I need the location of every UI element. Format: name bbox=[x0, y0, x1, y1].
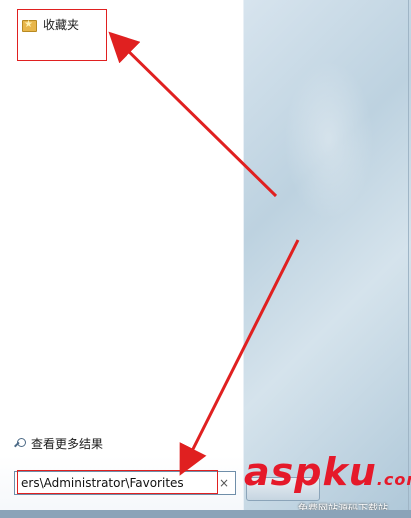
arrow-annotation bbox=[179, 239, 300, 476]
arrow-annotation bbox=[108, 31, 278, 198]
taskbar-strip bbox=[0, 510, 411, 518]
annotation-arrows bbox=[108, 31, 300, 476]
